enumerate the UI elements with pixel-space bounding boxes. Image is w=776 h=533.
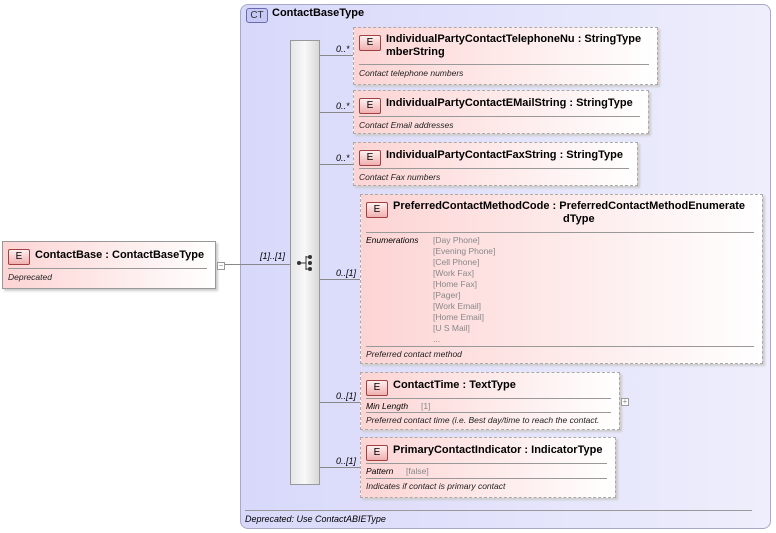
element-name: ContactBase : ContactBaseType (35, 249, 205, 261)
element-badge: E (359, 150, 381, 166)
child-element[interactable]: E PrimaryContactIndicator : IndicatorTyp… (360, 437, 616, 498)
element-badge: E (8, 249, 30, 265)
cardinality: [1]..[1] (260, 251, 286, 261)
facet-values: [Day Phone] [Evening Phone] [Cell Phone]… (433, 235, 496, 344)
facet-label: Min Length (366, 401, 409, 411)
element-name-continued: mberString (386, 46, 445, 58)
element-name: IndividualPartyContactEMailString : Stri… (386, 97, 633, 109)
complex-type-documentation: Deprecated: Use ContactABIEType (245, 514, 386, 524)
element-name-continued: dType (563, 213, 595, 225)
facet-values: [1] (421, 401, 431, 411)
element-documentation: Contact Email addresses (359, 120, 454, 130)
element-badge: E (366, 380, 388, 396)
complex-type-badge: CT (246, 8, 268, 23)
element-badge: E (366, 445, 388, 461)
element-name: PrimaryContactIndicator : IndicatorType (393, 444, 603, 456)
element-documentation: Deprecated (8, 272, 52, 282)
element-badge: E (359, 35, 381, 51)
element-documentation: Preferred contact time (i.e. Best day/ti… (366, 415, 600, 425)
element-documentation: Indicates if contact is primary contact (366, 481, 506, 491)
connector (225, 264, 290, 265)
element-name: PreferredContactMethodCode : PreferredCo… (393, 200, 746, 212)
root-element[interactable]: E ContactBase : ContactBaseType Deprecat… (2, 241, 216, 289)
collapse-icon[interactable]: − (217, 262, 225, 270)
complex-type-title: ContactBaseType (272, 7, 365, 19)
child-element[interactable]: E ContactTime : TextType Min Length [1] … (360, 372, 620, 430)
cardinality: 0..* (336, 101, 350, 111)
sequence-icon (297, 255, 312, 271)
facet-values: [false] (406, 466, 429, 476)
expand-icon[interactable]: + (621, 398, 629, 406)
element-badge: E (359, 98, 381, 114)
cardinality: 0..* (336, 153, 350, 163)
divider (245, 510, 752, 511)
element-documentation: Contact Fax numbers (359, 172, 441, 182)
cardinality: 0..[1] (336, 456, 357, 466)
child-element[interactable]: E IndividualPartyContactEMailString : St… (353, 90, 649, 134)
child-element[interactable]: E IndividualPartyContactTelephoneNu : St… (353, 27, 658, 85)
facet-label: Pattern (366, 466, 394, 476)
element-name: IndividualPartyContactTelephoneNu : Stri… (386, 33, 642, 45)
element-name: IndividualPartyContactFaxString : String… (386, 149, 623, 161)
element-name: ContactTime : TextType (393, 379, 516, 391)
cardinality: 0..* (336, 44, 350, 54)
element-documentation: Preferred contact method (366, 349, 462, 359)
element-documentation: Contact telephone numbers (359, 68, 464, 78)
cardinality: 0..[1] (336, 391, 357, 401)
facet-label: Enumerations (366, 235, 419, 245)
child-element[interactable]: E IndividualPartyContactFaxString : Stri… (353, 142, 638, 186)
cardinality: 0..[1] (336, 268, 357, 278)
element-badge: E (366, 202, 388, 218)
child-element[interactable]: E PreferredContactMethodCode : Preferred… (360, 194, 763, 364)
